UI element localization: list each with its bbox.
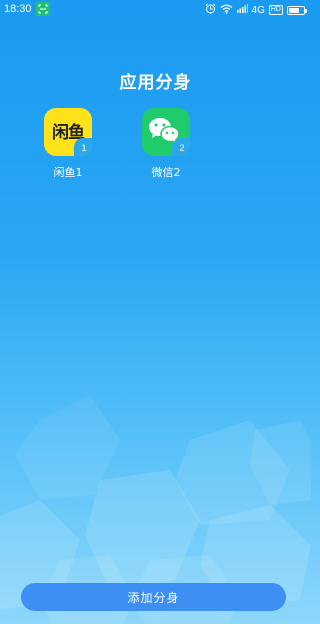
hd-badge: HD bbox=[268, 5, 283, 15]
scan-icon bbox=[35, 2, 50, 16]
status-time: 18:30 bbox=[4, 3, 32, 15]
app-tile-wechat[interactable]: 2 微信2 bbox=[136, 108, 196, 180]
wifi-icon bbox=[220, 4, 233, 17]
app-clone-grid: 闲鱼 1 闲鱼1 2 微信2 bbox=[38, 108, 196, 180]
clone-badge: 2 bbox=[172, 138, 190, 156]
app-label: 闲鱼1 bbox=[53, 166, 83, 179]
clone-badge: 1 bbox=[74, 138, 92, 156]
status-left: 18:30 bbox=[4, 2, 50, 16]
add-clone-button[interactable]: 添加分身 bbox=[21, 583, 286, 611]
alarm-icon bbox=[205, 3, 216, 17]
page-title: 应用分身 bbox=[119, 73, 192, 93]
status-right: 4G HD bbox=[205, 3, 307, 17]
xianyu-app-icon[interactable]: 闲鱼 1 bbox=[44, 108, 92, 156]
app-tile-xianyu[interactable]: 闲鱼 1 闲鱼1 bbox=[38, 108, 98, 180]
app-label: 微信2 bbox=[151, 166, 181, 179]
hexagon-background bbox=[0, 395, 311, 624]
status-bar: 18:30 4G HD bbox=[0, 0, 311, 20]
signal-icon bbox=[236, 4, 248, 16]
network-type: 4G bbox=[251, 4, 265, 16]
wechat-app-icon[interactable]: 2 bbox=[142, 108, 190, 156]
battery-icon bbox=[287, 5, 307, 15]
battery-level bbox=[289, 7, 299, 13]
